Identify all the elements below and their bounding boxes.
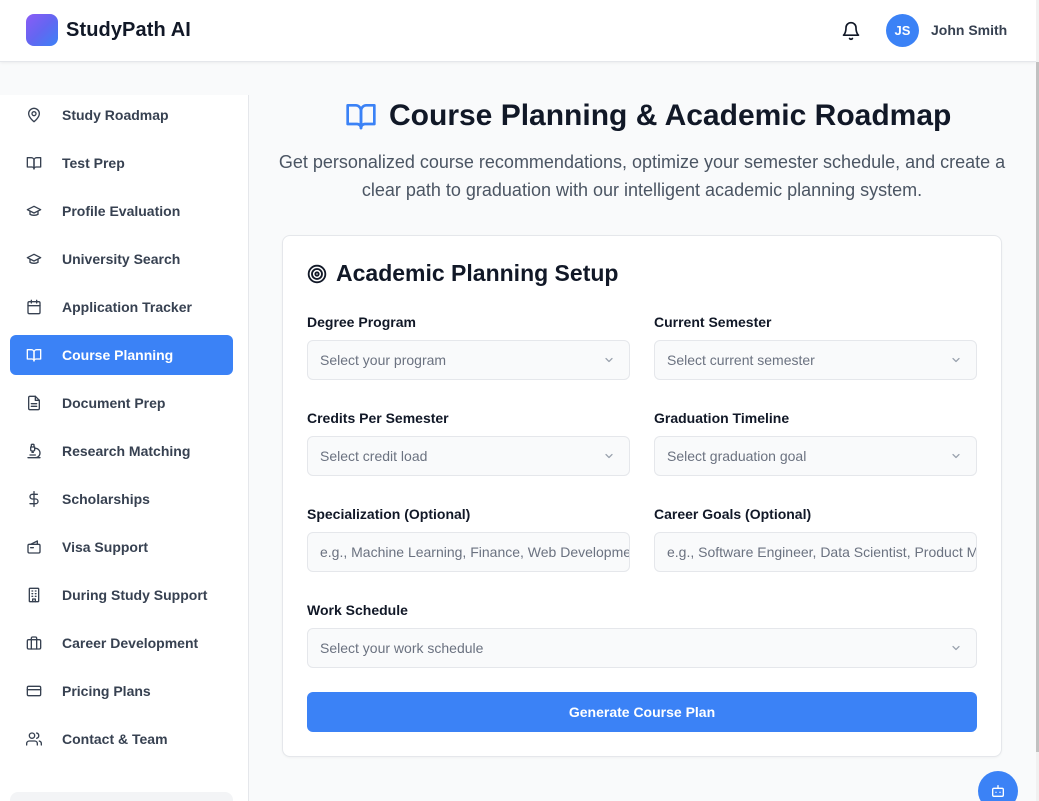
avatar[interactable]: JS [886,14,919,47]
career-goals-input[interactable] [667,544,976,560]
sidebar-item-label: Scholarships [62,491,150,507]
sidebar-item-research-matching[interactable]: Research Matching [10,431,233,471]
current-semester-placeholder: Select current semester [667,352,815,368]
sidebar-item-university-search[interactable]: University Search [10,239,233,279]
top-navbar: StudyPath AI JS John Smith [0,0,1036,62]
current-semester-select[interactable]: Select current semester [654,340,977,380]
microscope-icon [27,443,41,459]
sidebar-item-label: Test Prep [62,155,125,171]
dollar-icon [29,491,39,507]
sidebar-item-pricing-plans[interactable]: Pricing Plans [10,671,233,711]
graduation-cap-icon [26,205,42,216]
generate-course-plan-button[interactable]: Generate Course Plan [307,692,977,732]
sidebar-item-label: During Study Support [62,587,208,603]
specialization-label: Specialization (Optional) [307,506,471,522]
specialization-field-wrapper [307,532,630,572]
passport-icon [27,540,41,554]
chevron-down-icon [605,453,613,459]
bell-icon[interactable] [841,21,861,41]
chatbot-button[interactable] [978,771,1018,801]
academic-planning-card: Academic Planning Setup Degree Program S… [282,235,1002,757]
credits-per-semester-placeholder: Select credit load [320,448,428,464]
specialization-input[interactable] [320,544,629,560]
document-icon [28,395,40,411]
credits-per-semester-label: Credits Per Semester [307,410,449,426]
page-title-text: Course Planning & Academic Roadmap [389,99,952,132]
work-schedule-label: Work Schedule [307,602,408,618]
degree-program-label: Degree Program [307,314,416,330]
users-icon [26,732,42,746]
work-schedule-select[interactable]: Select your work schedule [307,628,977,668]
sidebar-item-career-development[interactable]: Career Development [10,623,233,663]
user-name[interactable]: John Smith [931,22,1007,38]
sidebar-item-label: University Search [62,251,181,267]
sidebar-footer-panel [10,792,233,801]
chevron-down-icon [605,357,613,363]
bot-icon [992,785,1004,797]
chevron-down-icon [952,357,960,363]
sidebar-item-visa-support[interactable]: Visa Support [10,527,233,567]
briefcase-icon [26,636,42,650]
graduation-timeline-select[interactable]: Select graduation goal [654,436,977,476]
sidebar-item-label: Career Development [62,635,199,651]
map-pin-icon [28,107,40,123]
graduation-timeline-placeholder: Select graduation goal [667,448,807,464]
card-title-text: Academic Planning Setup [336,260,619,286]
building-icon [28,587,40,603]
degree-program-select[interactable]: Select your program [307,340,630,380]
sidebar-item-test-prep[interactable]: Test Prep [10,143,233,183]
sidebar-item-label: Study Roadmap [62,107,169,123]
graduation-cap-icon [26,253,42,264]
graduation-timeline-label: Graduation Timeline [654,410,790,426]
chevron-down-icon [952,645,960,651]
book-open-icon [346,104,376,130]
sidebar-item-label: Pricing Plans [62,683,151,699]
career-goals-field-wrapper [654,532,977,572]
sidebar-item-label: Research Matching [62,443,191,459]
app-name[interactable]: StudyPath AI [66,19,191,42]
degree-program-placeholder: Select your program [320,352,447,368]
work-schedule-placeholder: Select your work schedule [320,640,484,656]
sidebar-item-during-study-support[interactable]: During Study Support [10,575,233,615]
sidebar-item-application-tracker[interactable]: Application Tracker [10,287,233,327]
current-semester-label: Current Semester [654,314,772,330]
book-open-icon [26,157,42,170]
sidebar-item-label: Document Prep [62,395,166,411]
sidebar-item-label: Application Tracker [62,299,192,315]
sidebar: Study Roadmap Test Prep Profile Evaluati… [0,95,249,801]
sidebar-item-profile-evaluation[interactable]: Profile Evaluation [10,191,233,231]
book-open-icon [26,349,42,362]
card-title: Academic Planning Setup [307,260,618,287]
sidebar-item-study-roadmap[interactable]: Study Roadmap [10,95,233,135]
credits-per-semester-select[interactable]: Select credit load [307,436,630,476]
sidebar-item-label: Contact & Team [62,731,168,747]
credit-card-icon [26,685,42,697]
sidebar-item-label: Profile Evaluation [62,203,181,219]
target-icon [307,264,327,283]
calendar-icon [27,299,41,315]
sidebar-item-contact-team[interactable]: Contact & Team [10,719,233,759]
page-title: Course Planning & Academic Roadmap [345,98,951,134]
sidebar-item-label: Visa Support [62,539,149,555]
app-logo[interactable] [26,14,58,46]
sidebar-item-document-prep[interactable]: Document Prep [10,383,233,423]
career-goals-label: Career Goals (Optional) [654,506,812,522]
sidebar-item-course-planning[interactable]: Course Planning [10,335,233,375]
sidebar-item-label: Course Planning [62,347,174,363]
sidebar-item-scholarships[interactable]: Scholarships [10,479,233,519]
chevron-down-icon [952,453,960,459]
page-subtitle: Get personalized course recommendations,… [278,152,1006,200]
